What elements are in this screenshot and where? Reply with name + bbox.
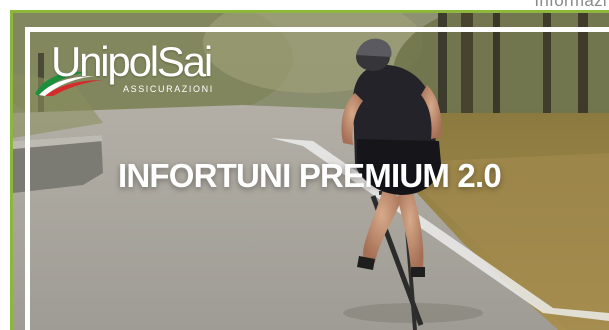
unipolsai-logo[interactable]: UnipolSai ASSICURAZIONI [33,38,233,98]
banner-headline: INFORTUNI PREMIUM 2.0 [118,157,502,194]
page: Informazi UnipolSai ASSICURAZIONI INFORT… [0,0,609,330]
brand-subtitle: ASSICURAZIONI [123,84,214,94]
brand-name: UnipolSai [51,38,213,85]
